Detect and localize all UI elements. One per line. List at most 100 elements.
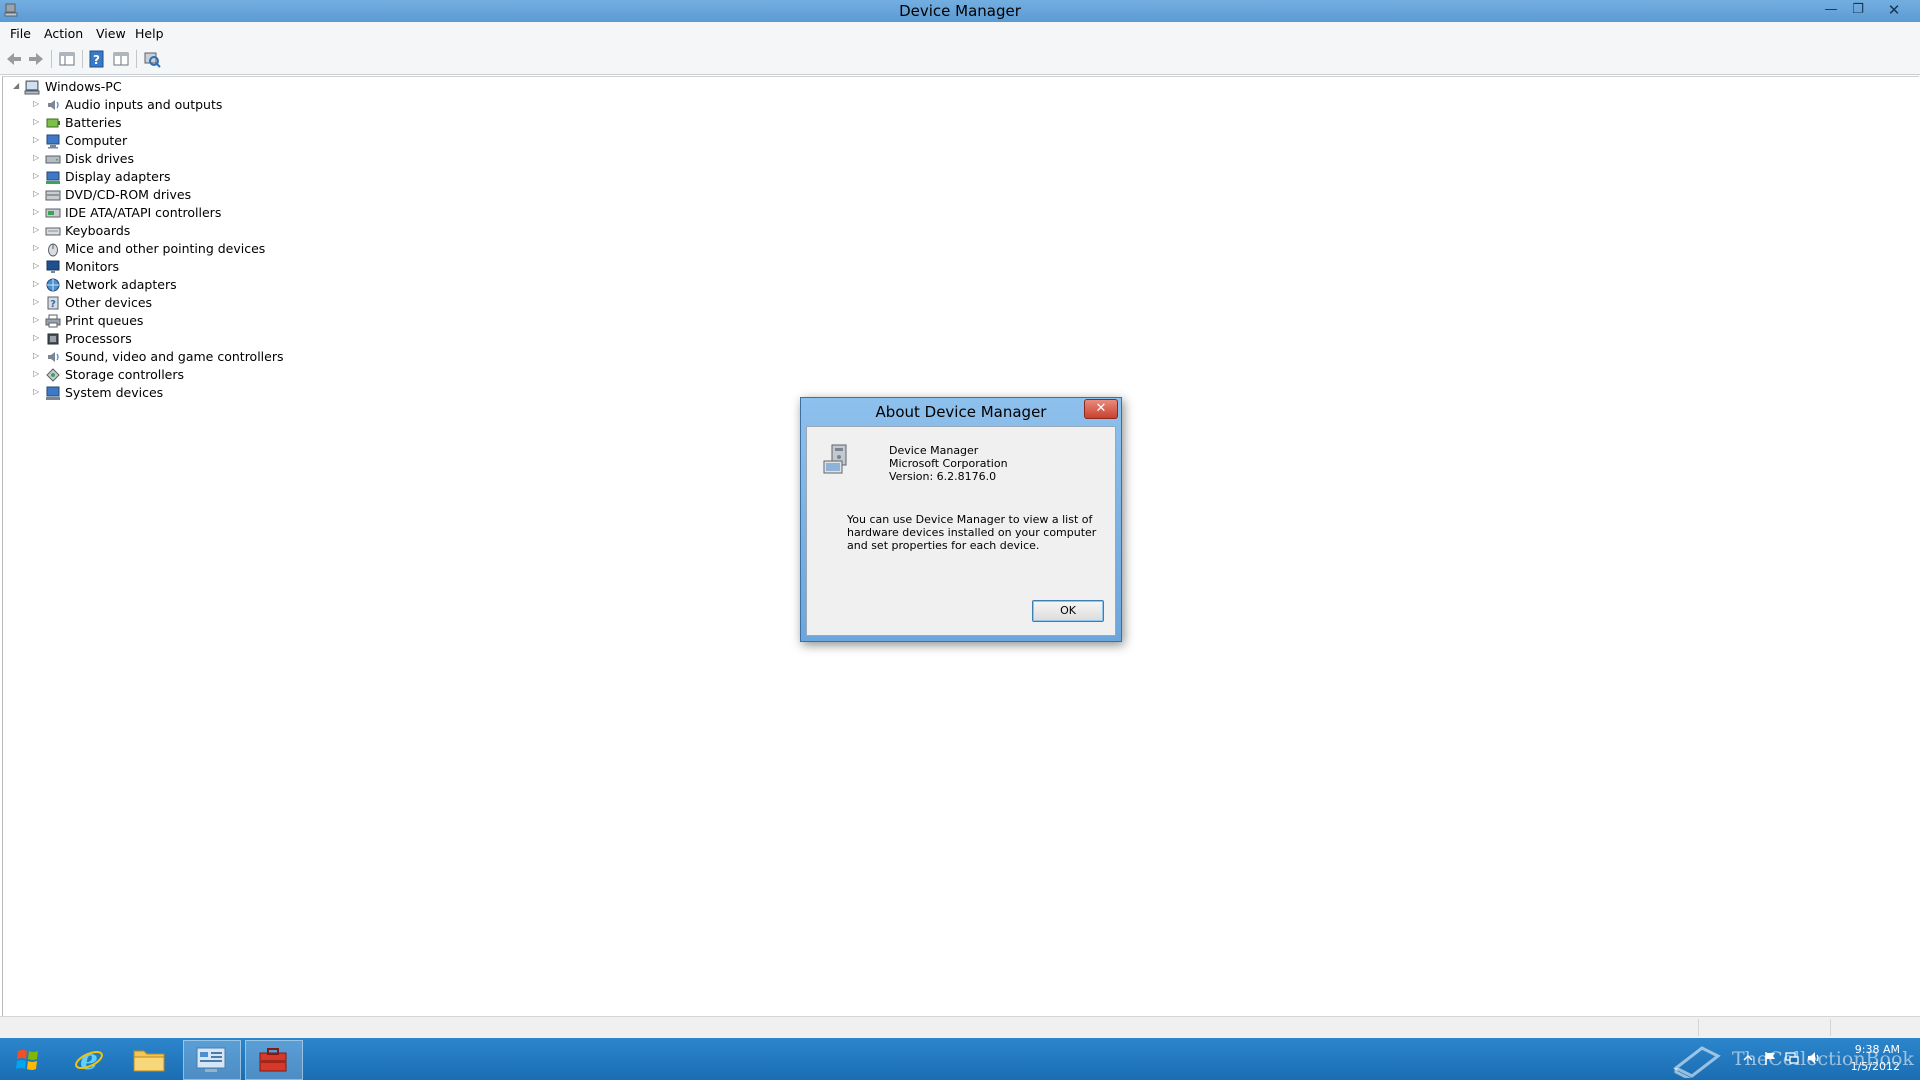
toolbar-separator <box>82 50 83 68</box>
tree-root-label: Windows-PC <box>45 79 122 94</box>
tree-item-label: Batteries <box>65 115 122 130</box>
tree-item-label: Print queues <box>65 313 144 328</box>
ide-controller-icon <box>45 208 61 218</box>
show-hidden-icons-icon[interactable] <box>1740 1050 1756 1066</box>
tree-item-label: Monitors <box>65 259 120 274</box>
tree-item-label: Network adapters <box>65 277 177 292</box>
menu-file[interactable]: File <box>10 26 31 41</box>
show-hide-tree-icon[interactable] <box>57 49 77 69</box>
unknown-device-icon: ? <box>47 296 59 310</box>
tree-item-label: Display adapters <box>65 169 171 184</box>
disk-drive-icon <box>45 155 61 164</box>
action-center-flag-icon[interactable] <box>1762 1050 1778 1066</box>
tree-item-label: Keyboards <box>65 223 131 238</box>
expand-arrow-icon[interactable]: ▷ <box>33 280 41 288</box>
tree-item-label: Computer <box>65 133 128 148</box>
clock-time[interactable]: 9:38 AM <box>1820 1043 1900 1056</box>
dialog-description: You can use Device Manager to view a lis… <box>847 513 1097 552</box>
toolbar-separator <box>136 50 137 68</box>
status-separator <box>1698 1019 1699 1036</box>
window-title: Device Manager <box>899 2 1021 20</box>
network-icon[interactable] <box>1784 1050 1800 1066</box>
dialog-close-button[interactable]: ✕ <box>1084 399 1118 419</box>
speaker-icon <box>48 100 59 110</box>
dialog-body: Device Manager Microsoft Corporation Ver… <box>806 426 1116 636</box>
expand-arrow-icon[interactable]: ▷ <box>33 352 41 360</box>
expand-arrow-icon[interactable]: ▷ <box>33 370 41 378</box>
tree-item-label: IDE ATA/ATAPI controllers <box>65 205 222 220</box>
expand-arrow-icon[interactable]: ▷ <box>33 298 41 306</box>
ok-button[interactable]: OK <box>1032 600 1104 622</box>
taskbar-control-panel[interactable] <box>183 1040 241 1080</box>
taskbar: e TheCollectionBook 9:38 AM 1/5/2012 <box>0 1038 1920 1080</box>
svg-text:e: e <box>80 1043 98 1075</box>
computer-icon <box>46 134 60 149</box>
device-manager-icon <box>823 444 847 474</box>
expand-arrow-icon[interactable]: ▷ <box>33 172 41 180</box>
printer-icon <box>45 314 61 328</box>
taskbar-internet-explorer[interactable]: e <box>62 1040 118 1078</box>
taskbar-file-explorer[interactable] <box>122 1040 178 1078</box>
system-device-icon <box>46 386 60 400</box>
device-manager-icon <box>259 1048 287 1072</box>
dvd-drive-icon <box>45 190 61 201</box>
back-icon[interactable] <box>4 49 24 69</box>
internet-explorer-icon: e <box>75 1043 103 1075</box>
status-separator <box>1830 1019 1831 1036</box>
dialog-product-name: Device Manager <box>889 444 979 457</box>
expand-arrow-icon[interactable]: ▷ <box>33 208 41 216</box>
expand-arrow-icon[interactable]: ▷ <box>33 334 41 342</box>
mouse-icon <box>48 243 58 257</box>
battery-icon <box>46 118 60 128</box>
svg-text:?: ? <box>93 53 100 67</box>
help-icon[interactable]: ? <box>87 49 107 69</box>
maximize-button[interactable]: ❐ <box>1845 0 1871 20</box>
monitor-icon <box>46 260 60 273</box>
expand-arrow-icon[interactable]: ▷ <box>33 136 41 144</box>
start-windows-icon[interactable] <box>8 1044 48 1076</box>
computer-root-icon <box>24 80 40 95</box>
tree-item-label: Storage controllers <box>65 367 185 382</box>
menu-action[interactable]: Action <box>44 26 83 41</box>
toolbar: ? <box>0 44 1920 75</box>
dialog-title: About Device Manager <box>875 403 1047 421</box>
menu-bar: File Action View Help <box>0 22 1920 44</box>
expand-arrow-icon[interactable]: ▷ <box>33 226 41 234</box>
taskbar-device-manager[interactable] <box>245 1040 303 1080</box>
tree-item-label: Other devices <box>65 295 153 310</box>
expand-arrow-icon[interactable]: ▷ <box>33 154 41 162</box>
expand-arrow-icon[interactable]: ▷ <box>33 100 41 108</box>
sound-icon <box>48 352 59 362</box>
svg-text:?: ? <box>50 299 56 310</box>
expand-arrow-icon[interactable]: ▷ <box>33 118 41 126</box>
expand-arrow-icon[interactable]: ▷ <box>33 388 41 396</box>
properties-view-icon[interactable] <box>111 49 131 69</box>
tree-item-label: Sound, video and game controllers <box>65 349 284 364</box>
toolbar-separator <box>51 50 52 68</box>
menu-view[interactable]: View <box>96 26 126 41</box>
expand-arrow-icon[interactable]: ▷ <box>33 190 41 198</box>
network-adapter-icon <box>46 278 60 292</box>
forward-icon[interactable] <box>26 49 46 69</box>
storage-controller-icon <box>46 368 60 382</box>
display-adapter-icon <box>46 171 60 184</box>
close-button[interactable]: ✕ <box>1881 0 1907 20</box>
expand-arrow-icon[interactable]: ▷ <box>33 316 41 324</box>
minimize-button[interactable]: — <box>1818 0 1844 20</box>
book-watermark-icon <box>1673 1046 1721 1078</box>
tree-item-label: Mice and other pointing devices <box>65 241 266 256</box>
tree-item-label: Disk drives <box>65 151 134 166</box>
status-bar <box>0 1016 1920 1039</box>
processor-icon <box>47 333 59 345</box>
tree-item-label: Processors <box>65 331 132 346</box>
expand-arrow-icon[interactable]: ▷ <box>33 244 41 252</box>
expand-arrow-icon[interactable]: ▷ <box>33 262 41 270</box>
title-bar: Device Manager — ❐ ✕ <box>0 0 1920 22</box>
dialog-version: Version: 6.2.8176.0 <box>889 470 997 483</box>
menu-help[interactable]: Help <box>135 26 164 41</box>
clock-date[interactable]: 1/5/2012 <box>1820 1060 1900 1073</box>
scan-hardware-icon[interactable] <box>142 49 162 69</box>
collapse-arrow-icon[interactable]: ◢ <box>13 82 21 90</box>
control-panel-icon <box>196 1047 226 1072</box>
tree-item-label: Audio inputs and outputs <box>65 97 223 112</box>
